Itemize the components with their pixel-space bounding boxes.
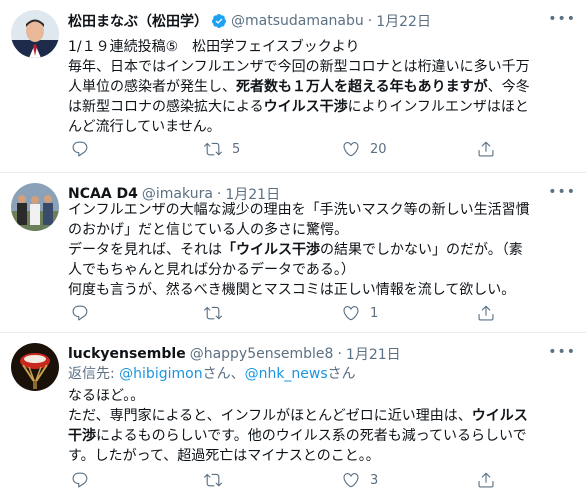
like-count: 1: [370, 305, 379, 321]
user-name[interactable]: luckyensemble: [68, 346, 186, 362]
tweet-line: なるほど。。: [68, 388, 145, 404]
tweet-text: なるほど。。 ただ、専門家によると、インフルがほとんどゼロに近い理由は、ウイルス…: [68, 386, 574, 466]
separator-dot: ·: [337, 346, 342, 362]
reply-prefix: 返信先:: [68, 366, 120, 382]
heart-icon: [343, 473, 359, 488]
tweet-line: 何度も言うが、然るべき機関とマスコミは正しい情報を流して欲しい。: [68, 282, 516, 298]
tweet-line: ただ、専門家によると、インフルがほとんどゼロに近い理由は、ウイルス: [68, 408, 528, 424]
share-icon: [478, 305, 494, 321]
reply-separator: さん、: [202, 366, 245, 382]
tweet-line: す。したがって、超過死亡はマイナスとのこと。。: [68, 448, 380, 464]
reply-icon: [72, 305, 88, 321]
tweet-line: んど流行していません。: [68, 119, 221, 135]
heart-icon: [343, 306, 359, 321]
retweet-button[interactable]: 5: [204, 137, 240, 161]
tweet-text: 1/１９連続投稿⑤ 松田学フェイスブックより 毎年、日本ではインフルエンザで今回…: [68, 37, 574, 137]
reply-button[interactable]: [71, 301, 99, 325]
tweet-actions: 3: [60, 468, 586, 492]
like-count: 3: [370, 472, 379, 488]
verified-badge-icon: [211, 14, 226, 28]
reply-icon: [72, 472, 88, 488]
reply-button[interactable]: [71, 137, 99, 161]
mention-link[interactable]: @hibigimon: [119, 366, 202, 382]
user-name[interactable]: 松田まなぶ（松田学）: [68, 11, 208, 31]
reply-button[interactable]: [71, 468, 99, 492]
tweet-line: データを見れば、それは「ウイルス干渉の結果でしかない」のだが。（素: [68, 242, 523, 258]
tweet-2[interactable]: NCAA D4 @imakura · 1月21日 ••• インフルエンザの大幅な…: [0, 173, 586, 333]
share-button[interactable]: [477, 301, 495, 325]
reply-suffix: さん: [327, 366, 356, 382]
separator-dot: ·: [367, 13, 373, 29]
avatar[interactable]: [11, 183, 59, 231]
tweet-line: 人単位の感染者が発生し、死者数も１万人を超える年もありますが、今冬: [68, 79, 530, 95]
heart-icon: [343, 142, 359, 157]
avatar[interactable]: [11, 343, 59, 391]
reply-icon: [72, 141, 88, 157]
more-options-icon[interactable]: •••: [548, 184, 576, 200]
retweet-count: 5: [232, 141, 241, 157]
user-handle[interactable]: @happy5ensemble8: [190, 346, 334, 362]
tweet-line: 干渉によるものらしいです。他のウイルス系の死者も減っているらしいで: [68, 428, 527, 444]
share-icon: [478, 472, 494, 488]
tweet-actions: 1: [60, 301, 586, 325]
share-button[interactable]: [477, 137, 495, 161]
retweet-button[interactable]: [204, 301, 232, 325]
mention-link[interactable]: @nhk_news: [245, 366, 328, 382]
more-options-icon[interactable]: •••: [548, 344, 576, 360]
like-button[interactable]: 3: [342, 468, 378, 492]
like-button[interactable]: 1: [342, 301, 378, 325]
tweet-1[interactable]: 松田まなぶ（松田学） @matsudamanabu · 1月22日 ••• 1/…: [0, 0, 586, 173]
tweet-line: 毎年、日本ではインフルエンザで今回の新型コロナとは桁違いに多い千万: [68, 59, 530, 75]
tweet-line: のおかげ」だと信じている人の多さに驚愕。: [68, 222, 348, 238]
tweet-date[interactable]: 1月21日: [346, 344, 401, 364]
tweet-line: 人でもちゃんと見れば分かるデータである。）: [68, 262, 355, 278]
tweet-actions: 5 20: [60, 137, 586, 161]
tweet-text: インフルエンザの大幅な減少の理由を「手洗いマスク等の新しい生活習慣 のおかげ」だ…: [68, 200, 574, 300]
tweet-line: インフルエンザの大幅な減少の理由を「手洗いマスク等の新しい生活習慣: [68, 202, 530, 218]
tweet-3[interactable]: luckyensemble @happy5ensemble8 · 1月21日 •…: [0, 333, 586, 493]
share-button[interactable]: [477, 468, 495, 492]
like-button[interactable]: 20: [342, 137, 387, 161]
retweet-icon: [204, 473, 222, 487]
retweet-button[interactable]: [204, 468, 232, 492]
user-handle[interactable]: @matsudamanabu: [231, 13, 364, 29]
avatar[interactable]: [11, 10, 59, 58]
share-icon: [478, 141, 494, 157]
reply-context: 返信先: @hibigimonさん、@nhk_newsさん: [68, 364, 574, 384]
tweet-date[interactable]: 1月22日: [376, 11, 431, 31]
tweet-line: は新型コロナの感染拡大によるウイルス干渉によりインフルエンザはほと: [68, 99, 529, 115]
retweet-icon: [204, 306, 222, 320]
retweet-icon: [204, 142, 222, 156]
like-count: 20: [370, 141, 387, 157]
more-options-icon[interactable]: •••: [548, 11, 576, 27]
tweet-line: 1/１９連続投稿⑤ 松田学フェイスブックより: [68, 39, 360, 55]
